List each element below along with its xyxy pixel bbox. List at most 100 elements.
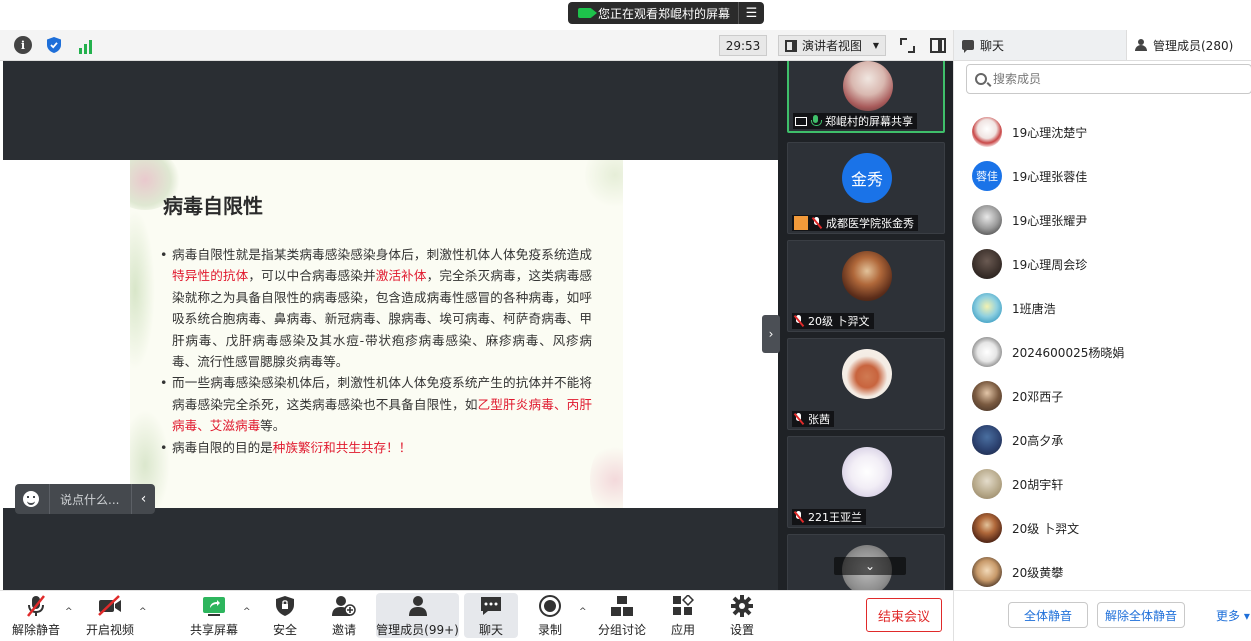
member-name: 20邓西子 [1012, 389, 1064, 404]
avatar [972, 425, 1002, 455]
member-name: 20级 卜羿文 [1012, 521, 1080, 536]
tab-chat[interactable]: 聊天 [954, 30, 1127, 60]
share-screen-label: 共享屏幕 [189, 623, 238, 637]
video-tile[interactable]: 20级 卜羿文 [787, 240, 945, 332]
chevron-up-icon[interactable]: ^ [579, 607, 587, 617]
settings-button[interactable]: 设置 [727, 593, 757, 638]
member-name: 20胡宇轩 [1012, 477, 1064, 492]
muted-microphone-icon [794, 511, 804, 523]
menu-lines-icon[interactable]: ☰ [738, 2, 764, 24]
shared-screen-area: 病毒自限性 病毒自限性就是指某类病毒感染感染身体后，刺激性机体人体免疫系统造成特… [3, 61, 778, 590]
network-signal-icon[interactable] [76, 36, 94, 54]
slide-text: 等。 [260, 418, 286, 434]
invite-button[interactable]: 邀请 [326, 593, 362, 638]
chevron-down-icon[interactable]: ⌄ [834, 557, 906, 575]
info-icon[interactable]: i [14, 36, 32, 54]
record-button[interactable]: 录制 [534, 593, 566, 638]
record-icon [538, 593, 562, 619]
slide-content: 病毒自限性 病毒自限性就是指某类病毒感染感染身体后，刺激性机体人体免疫系统造成特… [130, 160, 623, 508]
unmute-button[interactable]: 解除静音 [10, 593, 62, 638]
sharing-banner-text: 您正在观看郑崐村的屏幕 [598, 6, 731, 21]
slide-highlight: 种族繁衍和共生共存！！ [272, 439, 412, 455]
collapse-gallery-handle[interactable]: › [762, 315, 780, 353]
chevron-up-icon[interactable]: ^ [65, 607, 73, 617]
avatar: 金秀 [842, 153, 892, 203]
participants-icon [407, 593, 429, 619]
meeting-bottom-toolbar: 解除静音 ^ 开启视频 ^ 共享屏幕 ^ 安全 邀请 管理成员(99+) 聊天 … [0, 590, 953, 641]
security-button[interactable]: 安全 [268, 593, 302, 638]
chevron-up-icon[interactable]: ^ [243, 607, 251, 617]
list-item[interactable]: 20级黄攀 [972, 550, 1063, 594]
chat-bubble-icon [479, 593, 503, 619]
list-item[interactable]: 19心理周会珍 [972, 242, 1087, 286]
tab-chat-label: 聊天 [980, 38, 1005, 53]
unmute-label: 解除静音 [11, 623, 60, 637]
slide-text: 病毒自限的目的是 [172, 439, 273, 455]
apps-label: 应用 [670, 623, 695, 637]
share-screen-button[interactable]: 共享屏幕 [188, 593, 240, 638]
video-tile[interactable]: 金秀 成都医学院张金秀 [787, 142, 945, 234]
view-mode-dropdown[interactable]: 演讲者视图 ▼ [778, 35, 886, 56]
avatar [972, 557, 1002, 587]
avatar [972, 117, 1002, 147]
list-item[interactable]: 19心理沈楚宁 [972, 110, 1087, 154]
member-search[interactable] [966, 64, 1251, 94]
record-label: 录制 [537, 623, 562, 637]
member-name: 19心理张蓉佳 [1012, 169, 1088, 184]
comment-box[interactable]: 说点什么... ‹ [15, 484, 155, 514]
avatar [972, 513, 1002, 543]
comment-placeholder[interactable]: 说点什么... [60, 491, 131, 508]
list-item[interactable]: 20级 卜羿文 [972, 506, 1079, 550]
start-video-button[interactable]: 开启视频 [84, 593, 136, 638]
participant-name: 221王亚兰 [808, 511, 862, 524]
security-label: 安全 [272, 623, 297, 637]
avatar [843, 61, 893, 111]
muted-microphone-icon [794, 315, 804, 327]
member-search-input[interactable] [993, 72, 1233, 86]
breakout-rooms-label: 分组讨论 [597, 623, 646, 637]
list-item[interactable]: 20高夕承 [972, 418, 1063, 462]
fullscreen-icon[interactable] [900, 38, 915, 53]
screen-share-icon [795, 116, 807, 126]
chevron-left-icon[interactable]: ‹ [131, 484, 155, 514]
list-item[interactable]: 20胡宇轩 [972, 462, 1063, 506]
participant-name: 郑崐村的屏幕共享 [825, 115, 913, 128]
list-item[interactable]: 蓉佳 19心理张蓉佳 [972, 154, 1087, 198]
sidebar-toggle-icon[interactable] [930, 38, 946, 53]
divider [49, 484, 50, 514]
list-item[interactable]: 20邓西子 [972, 374, 1063, 418]
list-item[interactable]: 19心理张耀尹 [972, 198, 1087, 242]
tab-manage-members[interactable]: 管理成员(280) [1127, 30, 1251, 60]
avatar [972, 337, 1002, 367]
chat-button[interactable]: 聊天 [464, 593, 518, 638]
breakout-rooms-icon [610, 593, 634, 619]
end-meeting-button[interactable]: 结束会议 [866, 598, 942, 632]
unmute-all-button[interactable]: 解除全体静音 [1097, 602, 1185, 628]
chevron-up-icon[interactable]: ^ [139, 607, 147, 617]
sharing-banner[interactable]: 您正在观看郑崐村的屏幕 ☰ [568, 2, 764, 24]
avatar: 蓉佳 [972, 161, 1002, 191]
participant-name: 成都医学院张金秀 [826, 217, 914, 230]
slide-highlight: 激活补体 [375, 268, 427, 284]
invite-label: 邀请 [331, 623, 356, 637]
breakout-rooms-button[interactable]: 分组讨论 [597, 593, 647, 638]
more-label: 更多 [1216, 609, 1241, 623]
view-mode-label: 演讲者视图 [802, 39, 863, 53]
encryption-shield-icon[interactable] [45, 36, 63, 54]
apps-button[interactable]: 应用 [668, 593, 698, 638]
emoji-icon[interactable] [23, 491, 39, 507]
video-tile[interactable]: 郑崐村的屏幕共享 [787, 61, 945, 133]
mute-all-button[interactable]: 全体静音 [1008, 602, 1088, 628]
more-button[interactable]: 更多 ▾ [1216, 607, 1250, 624]
participant-name: 张茜 [808, 413, 830, 426]
gear-icon [730, 593, 754, 619]
chevron-down-icon: ▼ [872, 41, 879, 50]
video-tile[interactable]: 张茜 [787, 338, 945, 430]
list-item[interactable]: 2024600025杨晓娟 [972, 330, 1124, 374]
video-tile[interactable]: 221王亚兰 [787, 436, 945, 528]
list-item[interactable]: 1班唐浩 [972, 286, 1056, 330]
manage-participants-button[interactable]: 管理成员(99+) [376, 593, 459, 638]
tile-label: 张茜 [792, 411, 834, 427]
slide-paragraph: 病毒自限的目的是种族繁衍和共生共存！！ [160, 437, 592, 459]
member-name: 2024600025杨晓娟 [1012, 345, 1125, 360]
